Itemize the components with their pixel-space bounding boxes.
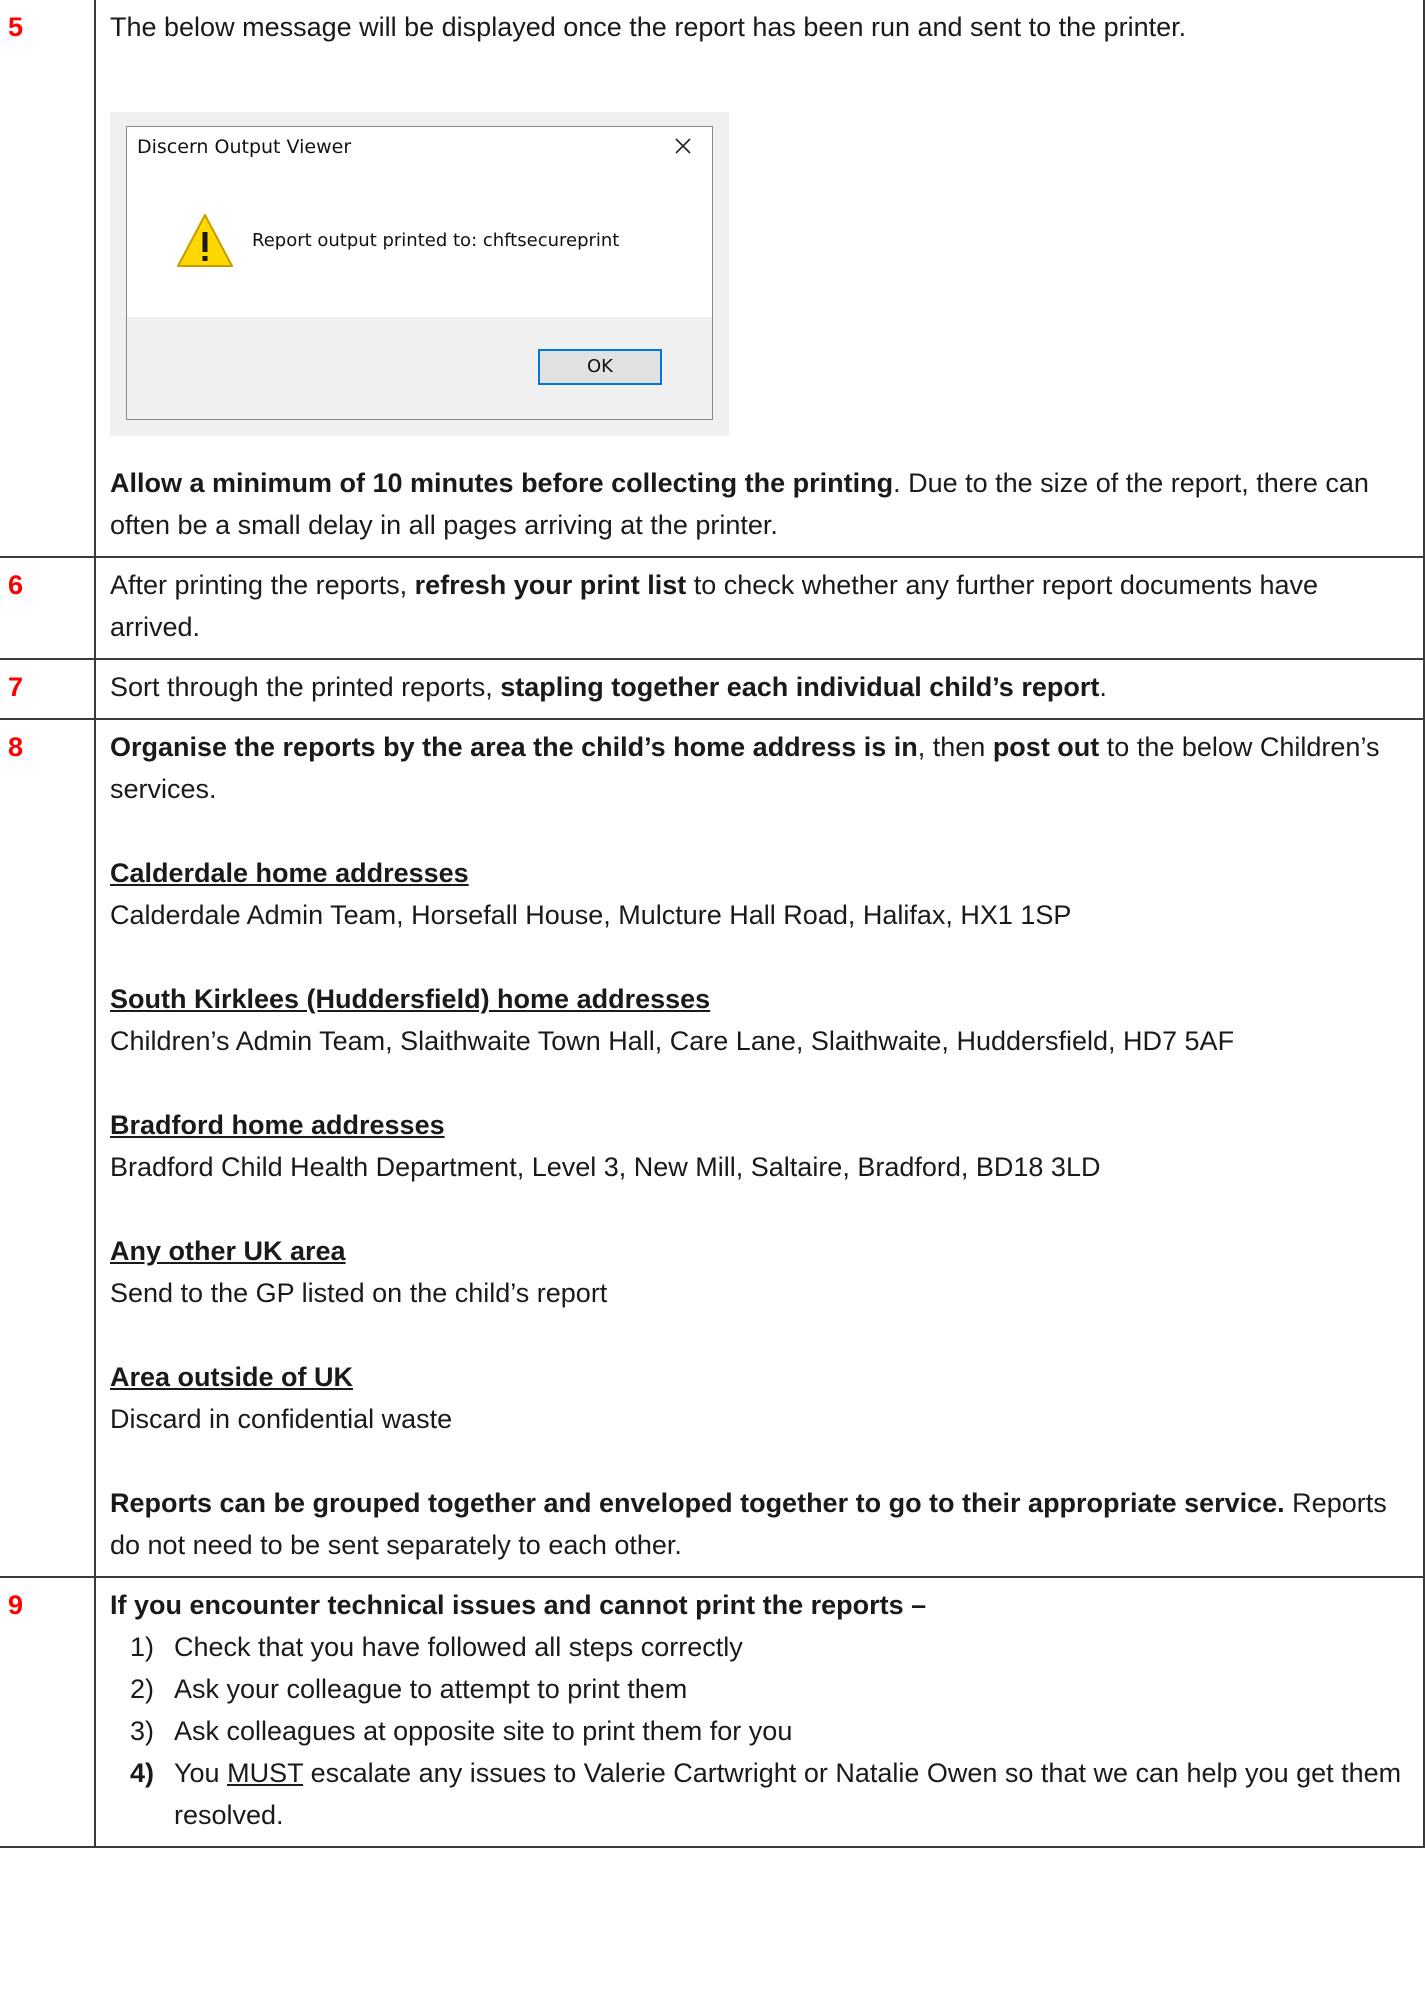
note-bold: Allow a minimum of 10 minutes before col… bbox=[110, 468, 894, 498]
step-row-7: 7 Sort through the printed reports, stap… bbox=[0, 658, 1425, 720]
area-address: Bradford Child Health Department, Level … bbox=[110, 1152, 1101, 1182]
close-icon[interactable] bbox=[668, 131, 698, 161]
intro-bold: post out bbox=[992, 732, 1100, 762]
list-emphasis: MUST bbox=[227, 1758, 304, 1788]
step-row-5: 5 The below message will be displayed on… bbox=[0, 0, 1425, 558]
area-heading: Bradford home addresses bbox=[110, 1110, 445, 1140]
step-number: 7 bbox=[0, 658, 96, 720]
issues-heading: If you encounter technical issues and ca… bbox=[110, 1590, 927, 1620]
step-intro: Organise the reports by the area the chi… bbox=[110, 726, 1403, 810]
list-text: Ask your colleague to attempt to print t… bbox=[174, 1674, 688, 1704]
list-text: escalate any issues to Valerie Cartwrigh… bbox=[174, 1758, 1402, 1830]
output-viewer-dialog: Discern Output Viewer Report output prin… bbox=[126, 126, 713, 420]
step-content: After printing the reports, refresh your… bbox=[94, 556, 1425, 660]
steps-table: 5 The below message will be displayed on… bbox=[0, 0, 1425, 1848]
step-content: If you encounter technical issues and ca… bbox=[94, 1576, 1425, 1848]
area-heading: Area outside of UK bbox=[110, 1362, 354, 1392]
step-text-bold: refresh your print list bbox=[414, 570, 687, 600]
step-number: 8 bbox=[0, 718, 96, 1578]
area-heading: South Kirklees (Huddersfield) home addre… bbox=[110, 984, 711, 1014]
step-row-6: 6 After printing the reports, refresh yo… bbox=[0, 556, 1425, 660]
ok-button[interactable]: OK bbox=[538, 349, 662, 385]
list-text: You bbox=[174, 1758, 228, 1788]
list-item: 1) Check that you have followed all steps… bbox=[130, 1626, 1403, 1668]
step-number: 5 bbox=[0, 0, 96, 558]
list-item: 3) Ask colleagues at opposite site to pri… bbox=[130, 1710, 1403, 1752]
step-row-8: 8 Organise the reports by the area the c… bbox=[0, 718, 1425, 1578]
step-number: 9 bbox=[0, 1576, 96, 1848]
dialog-screenshot: Discern Output Viewer Report output prin… bbox=[110, 112, 729, 436]
step-number: 6 bbox=[0, 556, 96, 660]
area-heading: Calderdale home addresses bbox=[110, 858, 469, 888]
dialog-title: Discern Output Viewer bbox=[137, 136, 352, 158]
step-intro: The below message will be displayed once… bbox=[110, 12, 1187, 42]
list-number: 4) bbox=[130, 1758, 155, 1788]
step-text: After printing the reports, bbox=[110, 570, 415, 600]
step-text: Sort through the printed reports, bbox=[110, 672, 501, 702]
intro-bold: Organise the reports by the area the chi… bbox=[110, 732, 918, 762]
area-address: Calderdale Admin Team, Horsefall House, … bbox=[110, 900, 1072, 930]
escalation-list: 1) Check that you have followed all steps… bbox=[110, 1626, 1403, 1836]
list-text: Check that you have followed all steps c… bbox=[174, 1632, 743, 1662]
grouping-bold: Reports can be grouped together and enve… bbox=[110, 1488, 1285, 1518]
dialog-footer: OK bbox=[127, 317, 712, 419]
dialog-message: Report output printed to: chftsecureprin… bbox=[252, 230, 620, 251]
step-content: Organise the reports by the area the chi… bbox=[94, 718, 1425, 1578]
step-content: The below message will be displayed once… bbox=[94, 0, 1425, 558]
grouping-note: Reports can be grouped together and enve… bbox=[110, 1482, 1403, 1566]
list-number: 3) bbox=[130, 1716, 155, 1746]
step-text-bold: stapling together each individual child’… bbox=[500, 672, 1100, 702]
list-number: 1) bbox=[130, 1632, 155, 1662]
step-row-9: 9 If you encounter technical issues and … bbox=[0, 1576, 1425, 1848]
list-text: Ask colleagues at opposite site to print… bbox=[174, 1716, 793, 1746]
list-number: 2) bbox=[130, 1674, 155, 1704]
step-content: Sort through the printed reports, stapli… bbox=[94, 658, 1425, 720]
area-address: Discard in confidential waste bbox=[110, 1404, 453, 1434]
area-address: Send to the GP listed on the child’s rep… bbox=[110, 1278, 608, 1308]
step-text: . bbox=[1099, 672, 1107, 702]
intro-text: , then bbox=[917, 732, 993, 762]
collection-note: Allow a minimum of 10 minutes before col… bbox=[110, 462, 1403, 546]
area-address: Children’s Admin Team, Slaithwaite Town … bbox=[110, 1026, 1235, 1056]
area-heading: Any other UK area bbox=[110, 1236, 346, 1266]
warning-icon bbox=[175, 212, 235, 270]
list-item: 4) You MUST escalate any issues to Valeri… bbox=[130, 1752, 1403, 1836]
list-item: 2) Ask your colleague to attempt to print… bbox=[130, 1668, 1403, 1710]
